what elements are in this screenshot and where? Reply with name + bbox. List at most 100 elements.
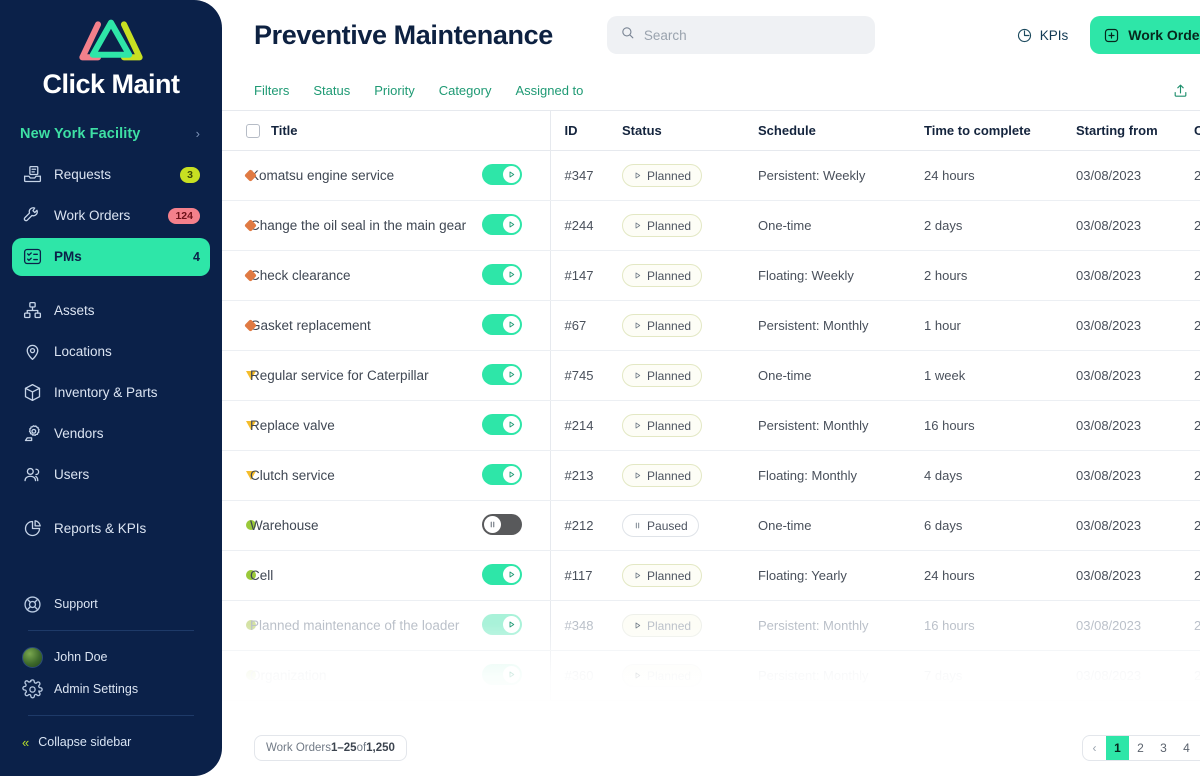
page-button-4[interactable]: 4 xyxy=(1175,736,1198,760)
toggle-cell[interactable] xyxy=(482,400,551,451)
title-cell[interactable]: Komatsu engine service xyxy=(250,150,482,201)
status-badge: Planned xyxy=(622,164,703,187)
toggle-cell[interactable] xyxy=(482,650,551,701)
filter-assigned-to[interactable]: Assigned to xyxy=(515,83,583,98)
facility-selector[interactable]: New York Facility › xyxy=(20,126,208,142)
support-label: Support xyxy=(54,597,98,611)
header-status[interactable]: Status xyxy=(622,110,759,151)
title-cell[interactable]: Check clearance xyxy=(250,250,482,301)
sidebar-item-vendors[interactable]: Vendors xyxy=(12,415,210,453)
row-toggle[interactable] xyxy=(482,313,522,335)
filter-category[interactable]: Category xyxy=(439,83,492,98)
header-co[interactable]: Co xyxy=(1194,110,1200,151)
filter-filters[interactable]: Filters xyxy=(254,83,289,98)
search-input[interactable] xyxy=(643,27,862,43)
id-cell: #348 xyxy=(549,600,623,651)
time-to-complete-cell: 6 days xyxy=(924,500,1077,551)
table-row[interactable]: Clutch service #213 Planned Floating: Month… xyxy=(222,450,1200,501)
toggle-knob xyxy=(503,215,520,233)
toggle-cell[interactable] xyxy=(482,300,551,351)
starting-from-cell: 03/08/2023 xyxy=(1076,500,1195,551)
title-cell[interactable]: Planned maintenance of the loader xyxy=(250,600,482,651)
page-button-1[interactable]: 1 xyxy=(1106,736,1130,760)
toggle-cell[interactable] xyxy=(482,350,551,401)
table-row[interactable]: Cell #117 Planned Floating: Yearly 24 hours 0… xyxy=(222,550,1200,601)
logo[interactable]: Click Maint xyxy=(0,0,222,100)
sidebar-item-user[interactable]: John Doe xyxy=(12,641,210,673)
sidebar-item-assets[interactable]: Assets xyxy=(12,292,210,330)
header-schedule[interactable]: Schedule xyxy=(758,110,925,151)
main-content: Preventive Maintenance KPIs Work Order xyxy=(222,0,1200,776)
row-toggle[interactable] xyxy=(482,163,522,185)
search-icon xyxy=(620,25,635,45)
title-cell[interactable]: Gasket replacement xyxy=(250,300,482,351)
sidebar-item-reports-kpis[interactable]: Reports & KPIs xyxy=(12,510,210,548)
header-starting-from[interactable]: Starting from xyxy=(1076,110,1195,151)
row-toggle[interactable] xyxy=(482,513,522,535)
gear-icon xyxy=(22,678,43,700)
row-toggle[interactable] xyxy=(482,563,522,585)
row-toggle[interactable] xyxy=(482,213,522,235)
toggle-cell[interactable] xyxy=(482,250,551,301)
sidebar-item-inventory-parts[interactable]: Inventory & Parts xyxy=(12,374,210,412)
table-row[interactable]: Organization #360 Planned Persistent: Month… xyxy=(222,650,1200,701)
toggle-knob xyxy=(503,615,520,633)
time-to-complete-cell: 1 hour xyxy=(924,300,1077,351)
title-cell[interactable]: Warehouse xyxy=(250,500,482,551)
table-row[interactable]: Regular service for Caterpillar #745 Plann… xyxy=(222,350,1200,401)
sidebar: Click Maint New York Facility › Requests… xyxy=(0,0,222,776)
toggle-cell[interactable] xyxy=(482,500,551,551)
kpis-button[interactable]: KPIs xyxy=(1016,27,1068,44)
sidebar-item-users[interactable]: Users xyxy=(12,456,210,494)
upload-icon[interactable] xyxy=(1172,82,1189,99)
toggle-cell[interactable] xyxy=(482,150,551,201)
table-row[interactable]: Warehouse #212 Paused One-time 6 days 03/08/2… xyxy=(222,500,1200,551)
row-toggle[interactable] xyxy=(482,413,522,435)
row-toggle[interactable] xyxy=(482,613,522,635)
collapse-sidebar-button[interactable]: « Collapse sidebar xyxy=(12,726,210,758)
row-toggle[interactable] xyxy=(482,363,522,385)
toggle-cell[interactable] xyxy=(482,600,551,651)
sidebar-item-label: Inventory & Parts xyxy=(54,385,158,401)
sidebar-item-locations[interactable]: Locations xyxy=(12,333,210,371)
table-row[interactable]: Replace valve #214 Planned Persistent: Mont… xyxy=(222,400,1200,451)
title-cell[interactable]: Replace valve xyxy=(250,400,482,451)
table-row[interactable]: Change the oil seal in the main gear #244… xyxy=(222,200,1200,251)
add-work-order-button[interactable]: Work Order xyxy=(1090,16,1200,54)
sidebar-item-pms[interactable]: PMs 4 xyxy=(12,237,210,276)
toggle-cell[interactable] xyxy=(482,450,551,501)
title-cell[interactable]: Organization xyxy=(250,650,482,701)
sidebar-item-admin-settings[interactable]: Admin Settings xyxy=(12,673,210,705)
table-row[interactable]: Komatsu engine service #347 Planned Persist… xyxy=(222,150,1200,201)
co-cell: 2d xyxy=(1194,250,1200,301)
row-toggle[interactable] xyxy=(482,263,522,285)
table-footer: Work Orders 1–25 of 1,250 ‹ 1 2 3 4 › xyxy=(222,720,1200,776)
toggle-cell[interactable] xyxy=(482,200,551,251)
row-toggle[interactable] xyxy=(482,463,522,485)
toggle-cell[interactable] xyxy=(482,550,551,601)
sidebar-nav: Requests 3 Work Orders 124 PMs 4 Assets … xyxy=(0,156,222,548)
prev-page-button[interactable]: ‹ xyxy=(1083,736,1106,760)
title-cell[interactable]: Regular service for Caterpillar xyxy=(250,350,482,401)
status-cell: Paused xyxy=(622,500,759,551)
page-button-2[interactable]: 2 xyxy=(1129,736,1152,760)
sidebar-item-work-orders[interactable]: Work Orders 124 xyxy=(12,197,210,235)
row-toggle[interactable] xyxy=(482,663,522,685)
table-row[interactable]: Planned maintenance of the loader #348 Pla… xyxy=(222,600,1200,651)
users-icon xyxy=(22,464,43,485)
title-cell[interactable]: Clutch service xyxy=(250,450,482,501)
title-cell[interactable]: Change the oil seal in the main gear xyxy=(250,200,482,251)
sidebar-item-requests[interactable]: Requests 3 xyxy=(12,156,210,194)
header-time-to-complete[interactable]: Time to complete xyxy=(924,110,1077,151)
filter-status[interactable]: Status xyxy=(313,83,350,98)
page-button-3[interactable]: 3 xyxy=(1152,736,1175,760)
table-row[interactable]: Check clearance #147 Planned Floating: Week… xyxy=(222,250,1200,301)
status-cell: Planned xyxy=(622,300,759,351)
search-box[interactable] xyxy=(606,16,875,54)
header-id[interactable]: ID xyxy=(549,110,623,151)
select-all-checkbox[interactable] xyxy=(246,123,260,138)
title-cell[interactable]: Cell xyxy=(250,550,482,601)
sidebar-item-support[interactable]: Support xyxy=(12,588,210,620)
filter-priority[interactable]: Priority xyxy=(374,83,414,98)
table-row[interactable]: Gasket replacement #67 Planned Persistent: … xyxy=(222,300,1200,351)
